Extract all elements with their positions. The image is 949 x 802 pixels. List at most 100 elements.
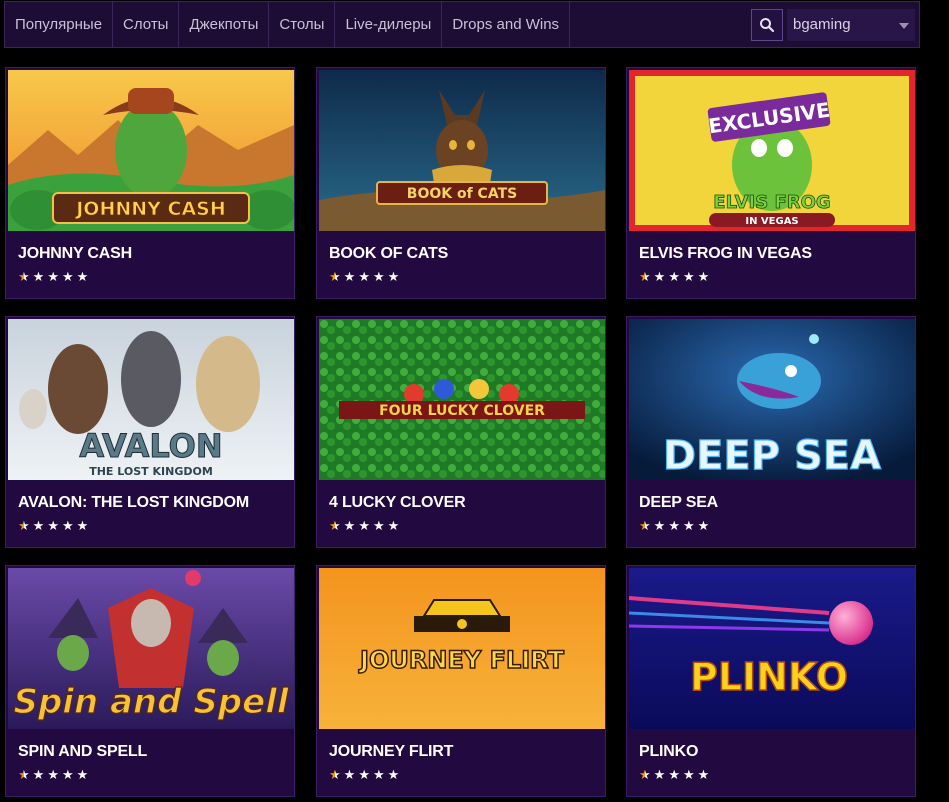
star-icon[interactable]: ★ [373,768,385,782]
game-logo-text: PLINKO [690,655,848,699]
star-icon[interactable]: ★ [683,270,695,284]
tab-slots[interactable]: Слоты [113,2,180,47]
star-icon[interactable]: ★ [668,519,680,533]
star-icon[interactable]: ★ [668,768,680,782]
rating-stars[interactable]: ★ ★ ★ ★ ★ [639,519,709,533]
star-icon[interactable]: ★ [654,519,666,533]
search-button[interactable] [751,8,783,41]
game-card-book-of-cats[interactable]: BOOK of CATS BOOK OF CATS ★ ★ ★ ★ ★ [316,67,606,299]
tab-drops-and-wins[interactable]: Drops and Wins [442,2,571,47]
star-icon[interactable]: ★ [329,768,341,782]
game-thumbnail[interactable]: AVALON THE LOST KINGDOM [8,319,294,480]
game-thumbnail[interactable]: BOOK of CATS [319,70,605,231]
star-icon[interactable]: ★ [639,270,651,284]
star-icon[interactable]: ★ [47,270,59,284]
game-logo-text: JOURNEY FLIRT [358,646,565,674]
game-card-deep-sea[interactable]: DEEP SEA DEEP SEA ★ ★ ★ ★ ★ [626,316,916,548]
game-thumbnail[interactable]: PLINKO [629,568,915,729]
game-title[interactable]: BOOK OF CATS [329,245,448,263]
tab-popular[interactable]: Популярные [5,2,114,47]
game-thumbnail[interactable]: DEEP SEA [629,319,915,480]
star-icon[interactable]: ★ [62,519,74,533]
rating-stars[interactable]: ★ ★ ★ ★ ★ [329,519,399,533]
tab-live-dealers[interactable]: Live-дилеры [335,2,443,47]
star-icon[interactable]: ★ [329,519,341,533]
game-title[interactable]: PLINKO [639,743,698,761]
star-icon[interactable]: ★ [47,768,59,782]
game-title[interactable]: JOURNEY FLIRT [329,743,453,761]
game-logo-text: AVALON [79,427,222,465]
star-icon[interactable]: ★ [373,519,385,533]
game-thumbnail[interactable]: FOUR LUCKY CLOVER [319,319,605,480]
star-icon[interactable]: ★ [639,519,651,533]
game-title[interactable]: ELVIS FROG IN VEGAS [639,245,812,263]
game-title[interactable]: AVALON: THE LOST KINGDOM [18,494,249,512]
star-icon[interactable]: ★ [654,270,666,284]
star-icon[interactable]: ★ [329,270,341,284]
rating-stars[interactable]: ★ ★ ★ ★ ★ [18,519,88,533]
game-card-4-lucky-clover[interactable]: FOUR LUCKY CLOVER 4 LUCKY CLOVER ★ ★ ★ ★… [316,316,606,548]
tab-tables[interactable]: Столы [269,2,336,47]
star-icon[interactable]: ★ [77,519,89,533]
star-icon[interactable]: ★ [358,270,370,284]
star-icon[interactable]: ★ [698,519,710,533]
star-icon[interactable]: ★ [344,519,356,533]
game-art-taxi-sign: JOURNEY FLIRT [319,568,605,729]
star-icon[interactable]: ★ [388,519,400,533]
rating-stars[interactable]: ★ ★ ★ ★ ★ [329,768,399,782]
category-nav: Популярные Слоты Джекпоты Столы Live-дил… [4,1,920,48]
game-title[interactable]: DEEP SEA [639,494,718,512]
game-logo-text: Spin and Spell [13,682,289,722]
game-card-elvis-frog[interactable]: EXCLUSIVE ELVIS FROG IN VEGAS ELVIS FROG… [626,67,916,299]
game-thumbnail[interactable]: EXCLUSIVE ELVIS FROG IN VEGAS [629,70,915,231]
tab-jackpots[interactable]: Джекпоты [179,2,270,47]
game-card-avalon[interactable]: AVALON THE LOST KINGDOM AVALON: THE LOST… [5,316,295,548]
star-icon[interactable]: ★ [47,519,59,533]
star-icon[interactable]: ★ [33,519,45,533]
game-title[interactable]: SPIN AND SPELL [18,743,147,761]
chevron-down-icon [899,22,909,29]
star-icon[interactable]: ★ [344,270,356,284]
game-art-avalon-heroes: AVALON THE LOST KINGDOM [8,319,294,480]
star-icon[interactable]: ★ [18,519,30,533]
star-icon[interactable]: ★ [373,270,385,284]
star-icon[interactable]: ★ [33,270,45,284]
game-thumbnail[interactable]: Spin and Spell [8,568,294,729]
provider-select[interactable]: bgaming [787,8,915,41]
game-card-journey-flirt[interactable]: JOURNEY FLIRT JOURNEY FLIRT ★ ★ ★ ★ ★ [316,565,606,797]
game-thumbnail[interactable]: JOURNEY FLIRT [319,568,605,729]
star-icon[interactable]: ★ [33,768,45,782]
star-icon[interactable]: ★ [388,768,400,782]
star-icon[interactable]: ★ [683,519,695,533]
game-card-spin-and-spell[interactable]: Spin and Spell SPIN AND SPELL ★ ★ ★ ★ ★ [5,565,295,797]
star-icon[interactable]: ★ [358,519,370,533]
game-title[interactable]: 4 LUCKY CLOVER [329,494,466,512]
game-card-plinko[interactable]: PLINKO PLINKO ★ ★ ★ ★ ★ [626,565,916,797]
game-art-vampire-witches: Spin and Spell [8,568,294,729]
star-icon[interactable]: ★ [639,768,651,782]
rating-stars[interactable]: ★ ★ ★ ★ ★ [18,768,88,782]
rating-stars[interactable]: ★ ★ ★ ★ ★ [329,270,399,284]
star-icon[interactable]: ★ [344,768,356,782]
star-icon[interactable]: ★ [358,768,370,782]
star-icon[interactable]: ★ [77,768,89,782]
star-icon[interactable]: ★ [77,270,89,284]
game-title[interactable]: JOHNNY CASH [18,245,132,263]
star-icon[interactable]: ★ [18,270,30,284]
rating-stars[interactable]: ★ ★ ★ ★ ★ [639,270,709,284]
star-icon[interactable]: ★ [62,768,74,782]
game-thumbnail[interactable]: JOHNNY CASH [8,70,294,231]
game-logo-text: DEEP SEA [663,433,881,479]
rating-stars[interactable]: ★ ★ ★ ★ ★ [639,768,709,782]
rating-stars[interactable]: ★ ★ ★ ★ ★ [18,270,88,284]
game-art-clover-field: FOUR LUCKY CLOVER [319,319,605,480]
star-icon[interactable]: ★ [62,270,74,284]
star-icon[interactable]: ★ [698,270,710,284]
star-icon[interactable]: ★ [18,768,30,782]
star-icon[interactable]: ★ [388,270,400,284]
star-icon[interactable]: ★ [698,768,710,782]
star-icon[interactable]: ★ [683,768,695,782]
star-icon[interactable]: ★ [668,270,680,284]
star-icon[interactable]: ★ [654,768,666,782]
game-card-johnny-cash[interactable]: JOHNNY CASH JOHNNY CASH ★ ★ ★ ★ ★ [5,67,295,299]
